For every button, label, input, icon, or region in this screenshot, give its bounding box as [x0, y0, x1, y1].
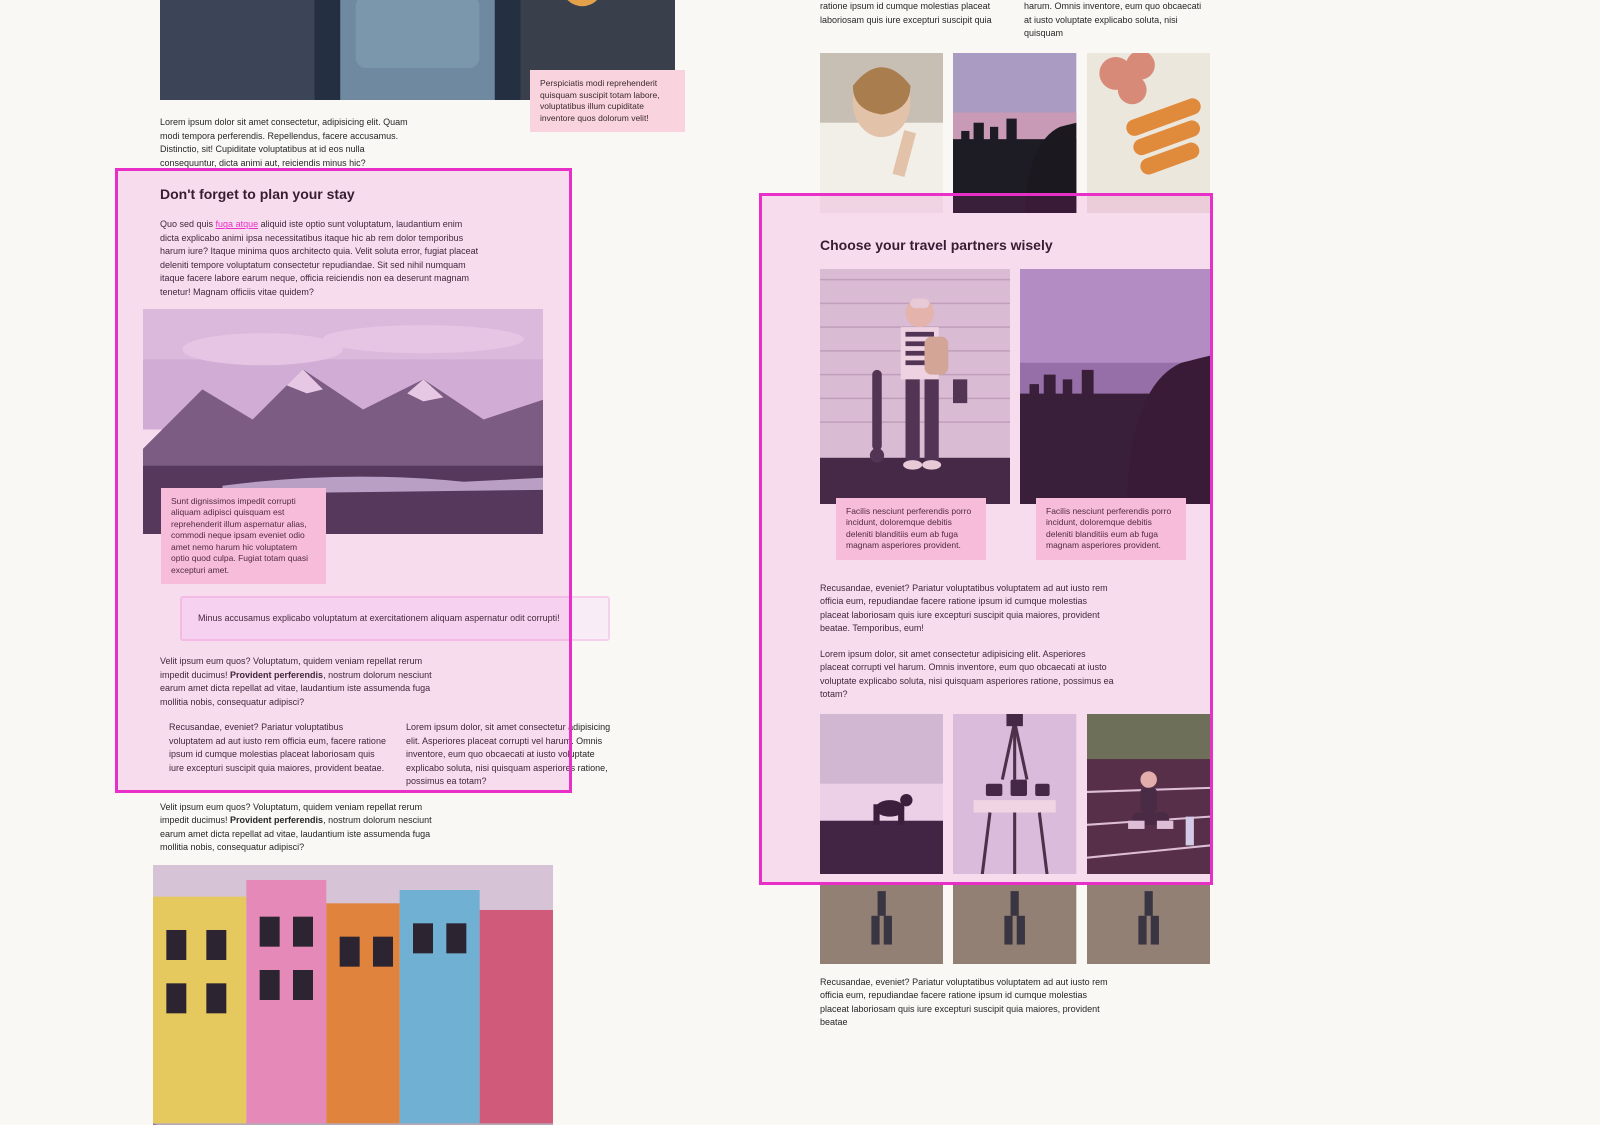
plan-heading: Don't forget to plan your stay	[160, 184, 625, 204]
plan-callout-text: Minus accusamus explicabo voluptatum at …	[198, 613, 560, 623]
intro-paragraph: Lorem ipsum dolor sit amet consectetur, …	[160, 116, 420, 170]
article-b: ratione ipsum id cumque molestias placea…	[795, 0, 1235, 1030]
dusk-city-image	[953, 53, 1076, 213]
dusk-card: Facilis nesciunt perferendis porro incid…	[1020, 269, 1210, 566]
dusk-caption: Facilis nesciunt perferendis porro incid…	[1036, 498, 1186, 560]
page-root: Perspiciatis modi reprehenderit quisquam…	[0, 0, 1600, 1125]
plan-two-col: Recusandae, eveniet? Pariatur voluptatib…	[169, 721, 625, 789]
portrait-image	[820, 53, 943, 213]
plan-col1: Recusandae, eveniet? Pariatur voluptatib…	[169, 721, 388, 789]
vegetables-image	[1087, 53, 1210, 213]
cameras-image	[953, 714, 1076, 874]
partners-heading: Choose your travel partners wisely	[820, 235, 1210, 255]
partners-image-row: Facilis nesciunt perferendis porro incid…	[820, 269, 1210, 566]
top-two-col: ratione ipsum id cumque molestias placea…	[820, 0, 1210, 41]
fuga-atque-link[interactable]: fuga atque	[216, 219, 259, 229]
plan-section: Don't forget to plan your stay Quo sed q…	[135, 184, 650, 299]
partners-section: Choose your travel partners wisely	[795, 235, 1235, 255]
plan-para2: Velit ipsum eum quos? Voluptatum, quidem…	[160, 801, 450, 855]
mountain-caption: Sunt dignissimos impedit corrupti aliqua…	[161, 488, 326, 584]
plan-para1: Velit ipsum eum quos? Voluptatum, quidem…	[160, 655, 450, 709]
beach-image-row	[820, 884, 1210, 964]
plan-callout: Minus accusamus explicabo voluptatum at …	[180, 596, 610, 641]
hero-caption-text: Perspiciatis modi reprehenderit quisquam…	[540, 78, 660, 122]
houses-image	[153, 865, 553, 1125]
beach-tile-3	[1087, 884, 1210, 964]
article-a: Perspiciatis modi reprehenderit quisquam…	[135, 0, 650, 1125]
top-image-row	[820, 53, 1210, 213]
beach-tile-2	[953, 884, 1076, 964]
top-col2: harum. Omnis inventore, eum quo obcaecat…	[1024, 0, 1210, 41]
runner-image	[1087, 714, 1210, 874]
mountain-image: Sunt dignissimos impedit corrupti aliqua…	[143, 309, 543, 534]
mid-image-row	[820, 714, 1210, 874]
mountain-caption-text: Sunt dignissimos impedit corrupti aliqua…	[171, 496, 308, 575]
tail-paragraph: Recusandae, eveniet? Pariatur voluptatib…	[820, 976, 1115, 1030]
plan-prelude: Quo sed quis fuga atque aliquid iste opt…	[160, 218, 480, 299]
top-col1: ratione ipsum id cumque molestias placea…	[820, 0, 1006, 41]
beach-tile-1	[820, 884, 943, 964]
hero-caption: Perspiciatis modi reprehenderit quisquam…	[530, 70, 685, 132]
skater-image	[820, 269, 1010, 504]
partners-para2: Lorem ipsum dolor, sit amet consectetur …	[820, 648, 1115, 702]
skater-card: Facilis nesciunt perferendis porro incid…	[820, 269, 1010, 566]
dog-image	[820, 714, 943, 874]
hero-image: Perspiciatis modi reprehenderit quisquam…	[160, 0, 675, 100]
plan-col2: Lorem ipsum dolor, sit amet consectetur …	[406, 721, 625, 789]
partners-para1: Recusandae, eveniet? Pariatur voluptatib…	[820, 582, 1115, 636]
dusk-image	[1020, 269, 1210, 504]
skater-caption: Facilis nesciunt perferendis porro incid…	[836, 498, 986, 560]
